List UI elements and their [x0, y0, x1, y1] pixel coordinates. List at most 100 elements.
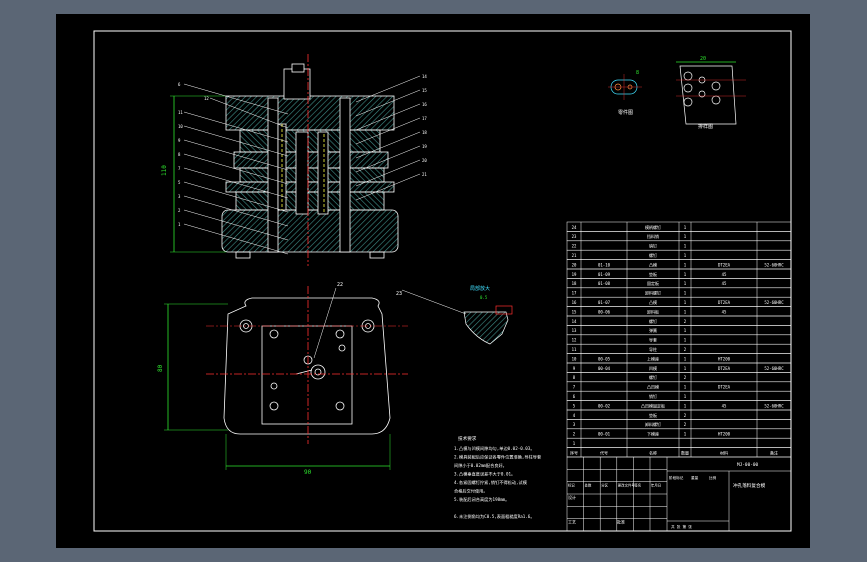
technical-notes: 技术要求 1.凸模与凹模间隙均匀,单边0.02-0.03。 2.模具装配后应保证各零…: [454, 435, 542, 520]
sheet-label: 共 张 第 张: [671, 524, 692, 529]
bom-cell-name: 凸模: [649, 299, 657, 305]
bom-header-row[interactable]: 序号 代号 名称 数量 材料 备注: [566, 447, 792, 458]
bom-cell-no: 10: [572, 356, 577, 361]
bom-cell-name: 固定板: [647, 280, 659, 286]
bom-row[interactable]: 22 销钉 1: [566, 240, 792, 251]
detail-leader-label: 23: [396, 291, 402, 297]
bom-cell-name: 凸模: [649, 261, 657, 267]
bom-cell-no: 20: [572, 262, 577, 267]
bom-row[interactable]: 2 00-01 下模座 1 HT200: [566, 428, 792, 439]
notes-line: 6.未注倒角均为C0.5,表面粗糙度Ra1.6。: [454, 513, 535, 520]
bom-row[interactable]: 15 00-06 卸料板 1 45: [566, 306, 792, 317]
bom-table[interactable]: 24 模柄螺钉 123 挡料销 122 销钉 121 螺钉 120 01-10 凸模 1 DT2EA 52…: [566, 221, 792, 458]
leader-label: 6: [178, 82, 181, 87]
bom-cell-qty: 1: [684, 281, 687, 286]
bom-cell-code: 代号: [600, 449, 608, 455]
bom-row[interactable]: 3 卸料螺钉 2: [566, 419, 792, 430]
leader-label: 5: [178, 180, 181, 185]
bom-cell-qty: 1: [684, 291, 687, 296]
bom-cell-qty: 1: [684, 385, 687, 390]
title-row-label: 标记: [568, 483, 575, 488]
bom-cell-name: 导柱: [649, 346, 657, 352]
process-label: 工艺: [568, 520, 576, 525]
bom-cell-material: HT200: [718, 432, 731, 437]
leader-label: 17: [422, 116, 427, 121]
approve-label: 批准: [617, 519, 625, 525]
bom-row[interactable]: 1: [566, 437, 792, 448]
bom-cell-qty: 1: [684, 225, 687, 230]
bom-row[interactable]: 17 卸料螺钉 1: [566, 287, 792, 298]
bom-row[interactable]: 16 01-07 凸模 1 DT2EA 52-60HRC: [566, 296, 792, 307]
title-row-label: 更改文件号: [618, 483, 636, 488]
bom-cell-code: 00-01: [598, 432, 611, 437]
bom-cell-qty: 1: [684, 338, 687, 343]
bom-row[interactable]: 13 弹簧 1: [566, 325, 792, 336]
title-row-label: 签名: [634, 483, 641, 488]
plan-leader-label: 22: [337, 282, 343, 288]
notes-line: 3.凸模垂直度误差不大于0.01。: [454, 471, 515, 478]
bom-row[interactable]: 5 00-02 凸凹模固定板 1 45 52-60HRC: [566, 400, 792, 411]
bom-cell-name: 导套: [649, 337, 657, 343]
bom-row[interactable]: 20 01-10 凸模 1 DT2EA 52-60HRC: [566, 259, 792, 270]
strip-layout[interactable]: [676, 61, 746, 125]
leader-label: 10: [178, 124, 183, 129]
strip-dim: 20: [700, 56, 706, 62]
bom-row[interactable]: 14 螺钉 2: [566, 315, 792, 326]
part-drawing[interactable]: [608, 74, 642, 100]
bom-cell-material: 45: [722, 309, 727, 314]
bom-cell-qty: 1: [684, 262, 687, 267]
bom-row[interactable]: 12 导套 1: [566, 334, 792, 345]
bom-row[interactable]: 8 螺钉 2: [566, 372, 792, 383]
leader-label: 2: [178, 208, 181, 213]
bom-cell-name: 螺钉: [649, 252, 657, 258]
detail-view[interactable]: [401, 289, 513, 345]
leader-label: 3: [178, 194, 181, 199]
bom-row[interactable]: 11 导柱 2: [566, 343, 792, 354]
leader-label: 19: [422, 144, 427, 149]
title-block[interactable]: MJ-00-00 冲孔落料复合模 标记 处数 分区 更改文件号 签名 年月日设计工艺 批准 阶段标…: [566, 456, 792, 532]
leader-label: 1: [178, 222, 181, 227]
plan-view[interactable]: [164, 286, 408, 470]
bom-cell-no: 1: [573, 441, 576, 446]
notes-line: 5.装配后闭合高度为198mm。: [454, 496, 509, 503]
bom-row[interactable]: 18 01-08 固定板 1 45: [566, 278, 792, 289]
bom-cell-material: 45: [722, 272, 727, 277]
weight-label: 重量: [691, 475, 699, 480]
bom-row[interactable]: 21 螺钉 1: [566, 249, 792, 260]
bom-row[interactable]: 7 凸凹模 1 DT2EA: [566, 381, 792, 392]
notes-line: 间隙小于0.02mm配合良好。: [454, 462, 507, 469]
drawing-svg: 110 61211109875321 1415161718192021 80 9…: [93, 30, 792, 532]
bom-cell-no: 12: [572, 338, 577, 343]
drawing-canvas[interactable]: 110 6 12 11 10 9 8 7 5 3 2 1 14 15 16 17 18 19 20 21: [56, 14, 810, 548]
bom-cell-name: 下模座: [647, 431, 659, 437]
bom-row[interactable]: 9 00-04 凹模 1 DT2EA 52-60HRC: [566, 362, 792, 373]
bom-cell-qty: 1: [684, 272, 687, 277]
bom-cell-code: 01-07: [598, 300, 611, 305]
bom-cell-no: 11: [572, 347, 577, 352]
bom-cell-material: DT2EA: [718, 262, 731, 267]
bom-row[interactable]: 23 挡料销 1: [566, 231, 792, 242]
bom-cell-material: 材料: [720, 449, 728, 455]
bom-cell-qty: 2: [684, 347, 687, 352]
bom-cell-code: 00-06: [598, 309, 611, 314]
bom-cell-no: 16: [572, 300, 577, 305]
bom-cell-name: 卸料螺钉: [645, 421, 661, 427]
bom-cell-qty: 1: [684, 356, 687, 361]
bom-cell-note: 52-60HRC: [764, 366, 784, 371]
bom-cell-code: 01-10: [598, 262, 611, 267]
bom-cell-qty: 1: [684, 300, 687, 305]
drawing-title: 冲孔落料复合模: [733, 482, 766, 489]
bom-row[interactable]: 6 销钉 1: [566, 390, 792, 401]
bom-cell-note: 52-60HRC: [764, 262, 784, 267]
bom-row[interactable]: 10 00-05 上模座 1 HT200: [566, 353, 792, 364]
bom-row[interactable]: 24 模柄螺钉 1: [566, 221, 792, 232]
bom-row[interactable]: 4 垫板 2: [566, 409, 792, 420]
bom-cell-name: 垫板: [649, 271, 657, 277]
bom-cell-qty: 1: [684, 366, 687, 371]
stage-label: 阶段标记: [669, 475, 684, 480]
bom-cell-no: 23: [572, 234, 577, 239]
bom-row[interactable]: 19 01-09 垫板 1 45: [566, 268, 792, 279]
bom-cell-no: 4: [573, 413, 576, 418]
bom-cell-qty: 2: [684, 413, 687, 418]
bom-cell-code: 01-09: [598, 272, 611, 277]
